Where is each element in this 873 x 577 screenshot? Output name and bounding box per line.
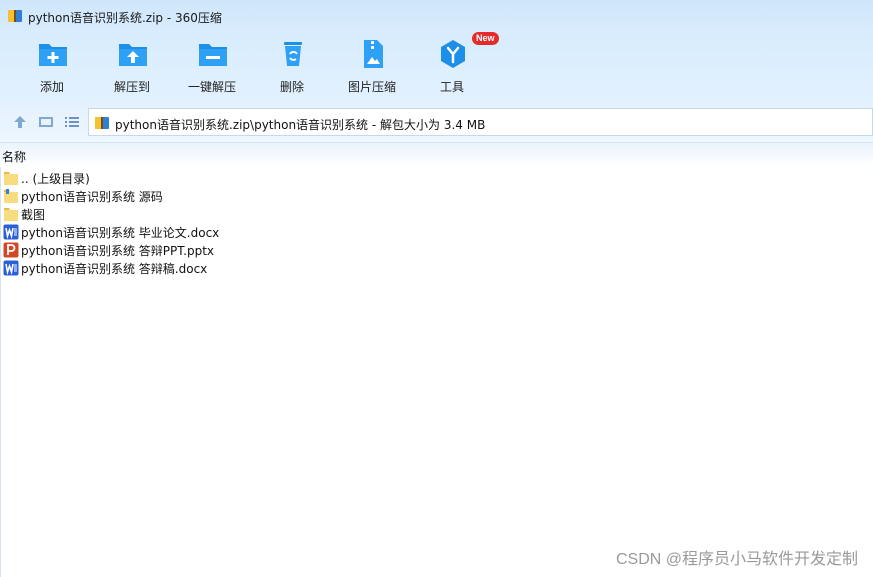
file-list: .. (上级目录) python语音识别系统 源码 截图 python语音识别系… [0, 169, 600, 277]
new-badge: New [472, 32, 499, 45]
ppt-icon [3, 242, 19, 258]
zip-archive-icon [95, 117, 109, 129]
list-item-thesis-docx[interactable]: python语音识别系统 毕业论文.docx [0, 223, 600, 241]
add-label: 添加 [39, 80, 64, 94]
list-item-ppt[interactable]: python语音识别系统 答辩PPT.pptx [0, 241, 600, 259]
list-item-label: python语音识别系统 源码 [21, 190, 163, 204]
extract-to-button[interactable]: 解压到 [100, 32, 164, 102]
word-doc-icon [3, 260, 19, 276]
thumbnail-view-icon[interactable] [38, 114, 54, 130]
image-compress-button[interactable]: 图片压缩 [340, 32, 404, 102]
list-item-label: python语音识别系统 答辩PPT.pptx [21, 244, 215, 258]
one-click-extract-button[interactable]: 一键解压 [180, 32, 244, 102]
extract-to-icon [119, 44, 147, 66]
list-view-icon[interactable] [64, 114, 80, 130]
folder-code-icon [4, 189, 18, 203]
folder-icon [4, 172, 18, 185]
zip-archive-icon [8, 10, 22, 22]
file-list-panel: 名称 .. (上级目录) python语音识别系统 源码 截图 python语音… [0, 143, 873, 577]
add-folder-icon [39, 44, 67, 66]
path-field[interactable]: python语音识别系统.zip\python语音识别系统 - 解包大小为 3.… [88, 108, 873, 136]
toolbar: 添加 解压到 一键解压 删除 图片压缩 New 工具 [0, 32, 873, 102]
window-title: python语音识别系统.zip - 360压缩 [28, 11, 222, 25]
tools-icon [441, 40, 465, 68]
delete-label: 删除 [279, 80, 304, 94]
list-item-source-folder[interactable]: python语音识别系统 源码 [0, 187, 600, 205]
title-bar: python语音识别系统.zip - 360压缩 [0, 0, 873, 32]
path-text: python语音识别系统.zip\python语音识别系统 - 解包大小为 3.… [115, 118, 486, 132]
column-header-name[interactable]: 名称 [0, 143, 873, 167]
folder-icon [4, 208, 18, 221]
one-click-extract-label: 一键解压 [187, 80, 236, 94]
watermark: CSDN @程序员小马软件开发定制 [615, 551, 858, 568]
add-button[interactable]: 添加 [20, 32, 84, 102]
list-item-label: python语音识别系统 答辩稿.docx [21, 262, 208, 276]
tools-label: 工具 [439, 80, 464, 94]
image-compress-label: 图片压缩 [347, 80, 396, 94]
list-item-label: python语音识别系统 毕业论文.docx [21, 226, 220, 240]
list-item-screenshots-folder[interactable]: 截图 [0, 205, 600, 223]
column-header-label: 名称 [2, 150, 27, 164]
list-item-parent-dir[interactable]: .. (上级目录) [0, 169, 600, 187]
image-compress-icon [364, 40, 383, 68]
delete-button[interactable]: 删除 [260, 32, 324, 102]
word-doc-icon [3, 224, 19, 240]
list-item-label: .. (上级目录) [21, 172, 90, 186]
address-bar: python语音识别系统.zip\python语音识别系统 - 解包大小为 3.… [0, 102, 873, 143]
list-item-label: 截图 [21, 208, 46, 222]
tools-button[interactable]: New 工具 [420, 32, 499, 102]
extract-to-label: 解压到 [113, 80, 150, 94]
recycle-bin-icon [284, 42, 302, 66]
one-click-extract-icon [199, 44, 227, 66]
list-item-defense-docx[interactable]: python语音识别系统 答辩稿.docx [0, 259, 600, 277]
up-arrow-icon[interactable] [12, 114, 28, 130]
